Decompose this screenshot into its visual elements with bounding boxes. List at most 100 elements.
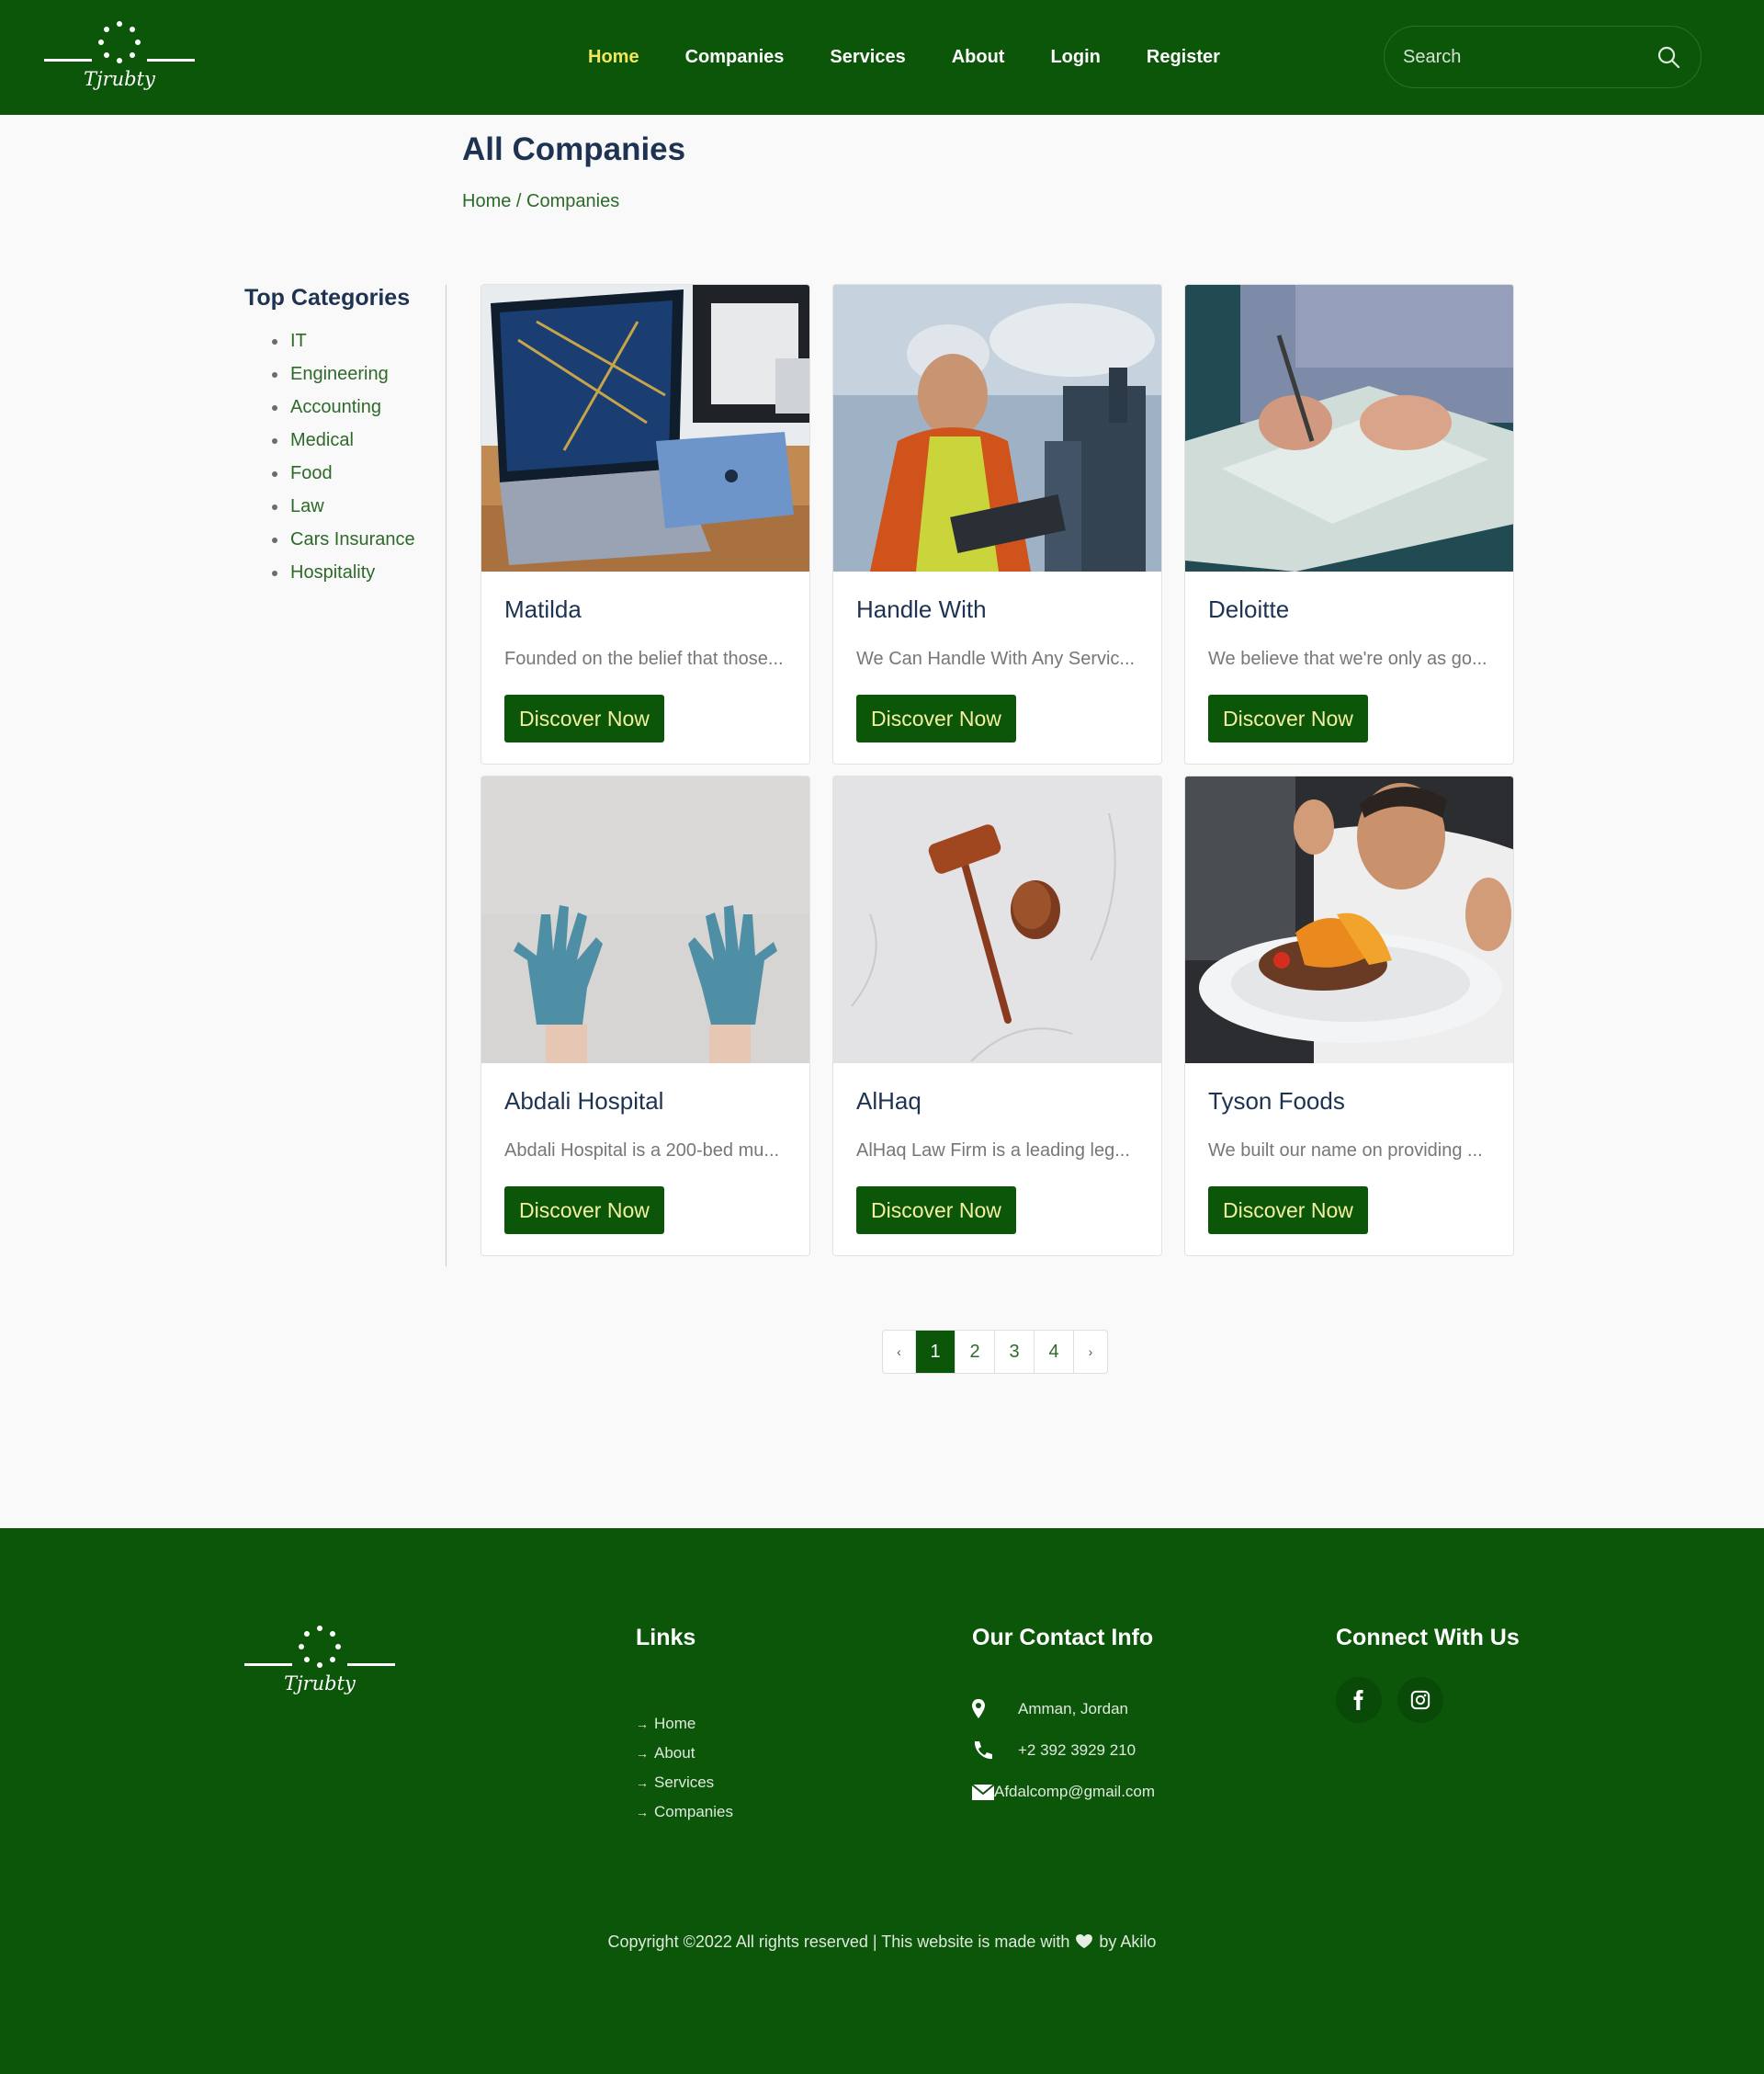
pagination-page[interactable]: 4	[1035, 1331, 1074, 1373]
company-name[interactable]: Tyson Foods	[1208, 1087, 1345, 1116]
company-card: Tyson Foods We built our name on providi…	[1184, 776, 1514, 1256]
arrow-right-icon: →	[636, 1775, 649, 1790]
company-card: Handle With We Can Handle With Any Servi…	[832, 284, 1162, 765]
company-description: AlHaq Law Firm is a leading leg...	[856, 1140, 1130, 1161]
footer-links-title: Links	[636, 1625, 696, 1650]
copyright: Copyright ©2022 All rights reserved | Th…	[0, 1932, 1764, 1952]
brand-logo[interactable]: Tjrubty	[44, 20, 195, 94]
logo-line-left	[244, 1663, 292, 1666]
footer-logo[interactable]: Tjrubty	[244, 1625, 395, 1698]
logo-line-right	[147, 59, 195, 62]
instagram-icon	[1410, 1690, 1430, 1710]
sidebar-title: Top Categories	[244, 285, 411, 311]
discover-now-button[interactable]: Discover Now	[856, 1186, 1016, 1234]
category-item[interactable]: Cars Insurance	[244, 523, 446, 556]
contact-address-text: Amman, Jordan	[1018, 1700, 1128, 1717]
footer-link-label: About	[654, 1744, 695, 1762]
signing-photo	[1185, 285, 1513, 572]
company-description: Abdali Hospital is a 200-bed mu...	[504, 1140, 780, 1161]
facebook-button[interactable]	[1336, 1677, 1382, 1723]
category-item[interactable]: Food	[244, 457, 446, 490]
company-name[interactable]: Matilda	[504, 595, 582, 624]
nav-register[interactable]: Register	[1147, 47, 1220, 68]
search-icon[interactable]	[1657, 45, 1680, 69]
page-title: All Companies	[462, 131, 686, 167]
company-image[interactable]	[1185, 776, 1513, 1063]
pagination-page[interactable]: 1	[916, 1331, 956, 1373]
nav-login[interactable]: Login	[1050, 47, 1100, 68]
discover-now-button[interactable]: Discover Now	[504, 695, 664, 742]
footer-link-label: Companies	[654, 1803, 733, 1820]
gloves-photo	[481, 776, 809, 1063]
footer-link-home[interactable]: → Home	[636, 1709, 733, 1739]
company-image[interactable]	[481, 285, 809, 572]
footer-link-label: Services	[654, 1774, 715, 1791]
breadcrumb: Home / Companies	[462, 191, 619, 212]
company-description: Founded on the belief that those...	[504, 649, 784, 669]
category-item[interactable]: Medical	[244, 424, 446, 457]
heart-icon	[1076, 1934, 1093, 1949]
arrow-right-icon: →	[636, 1746, 649, 1761]
company-grid: Matilda Founded on the belief that those…	[481, 284, 1514, 1258]
logo-line-left	[44, 59, 92, 62]
map-pin-icon	[972, 1699, 985, 1718]
pagination-prev[interactable]: ‹	[883, 1331, 916, 1373]
pagination: ‹ 1 2 3 4 ›	[882, 1330, 1108, 1374]
discover-now-button[interactable]: Discover Now	[856, 695, 1016, 742]
company-description: We believe that we're only as go...	[1208, 649, 1487, 669]
footer-contact-title: Our Contact Info	[972, 1625, 1154, 1650]
category-item[interactable]: Law	[244, 490, 446, 523]
chef-photo	[1185, 776, 1513, 1063]
logo-ring-icon	[299, 1626, 341, 1668]
discover-now-button[interactable]: Discover Now	[1208, 695, 1368, 742]
footer-link-about[interactable]: → About	[636, 1739, 733, 1768]
discover-now-button[interactable]: Discover Now	[504, 1186, 664, 1234]
pagination-next[interactable]: ›	[1074, 1331, 1107, 1373]
arrow-right-icon: →	[636, 1805, 649, 1819]
instagram-button[interactable]	[1397, 1677, 1443, 1723]
breadcrumb-separator: /	[511, 191, 527, 211]
footer-link-services[interactable]: → Services	[636, 1768, 733, 1797]
category-item[interactable]: Accounting	[244, 391, 446, 424]
engineer-photo	[833, 285, 1161, 572]
company-card: Abdali Hospital Abdali Hospital is a 200…	[481, 776, 810, 1256]
copyright-text: Copyright ©2022 All rights reserved | Th…	[607, 1932, 1070, 1951]
nav-home[interactable]: Home	[588, 47, 639, 68]
pagination-page[interactable]: 3	[995, 1331, 1035, 1373]
breadcrumb-home[interactable]: Home	[462, 191, 511, 211]
company-name[interactable]: Deloitte	[1208, 595, 1289, 624]
company-card: Deloitte We believe that we're only as g…	[1184, 284, 1514, 765]
company-name[interactable]: Abdali Hospital	[504, 1087, 663, 1116]
footer-link-companies[interactable]: → Companies	[636, 1797, 733, 1827]
main-nav: Home Companies Services About Login Regi…	[588, 0, 1266, 115]
company-image[interactable]	[481, 776, 809, 1063]
nav-services[interactable]: Services	[830, 47, 905, 68]
logo-line-right	[347, 1663, 395, 1666]
category-item[interactable]: Engineering	[244, 357, 446, 391]
company-name[interactable]: AlHaq	[856, 1087, 922, 1116]
company-image[interactable]	[833, 776, 1161, 1063]
contact-phone: +2 392 3929 210	[972, 1737, 1136, 1764]
category-item[interactable]: Hospitality	[244, 556, 446, 589]
phone-icon	[974, 1741, 992, 1760]
footer-link-label: Home	[654, 1715, 696, 1732]
nav-about[interactable]: About	[952, 47, 1005, 68]
contact-email: Afdalcomp@gmail.com	[972, 1778, 1155, 1806]
category-item[interactable]: IT	[244, 324, 446, 357]
search-box	[1384, 26, 1702, 88]
discover-now-button[interactable]: Discover Now	[1208, 1186, 1368, 1234]
company-name[interactable]: Handle With	[856, 595, 987, 624]
nav-companies[interactable]: Companies	[685, 47, 785, 68]
company-card: AlHaq AlHaq Law Firm is a leading leg...…	[832, 776, 1162, 1256]
facebook-icon	[1353, 1690, 1363, 1710]
top-navbar: Tjrubty Home Companies Services About Lo…	[0, 0, 1764, 115]
company-image[interactable]	[833, 285, 1161, 572]
contact-email-text[interactable]: Afdalcomp@gmail.com	[994, 1783, 1155, 1801]
contact-address: Amman, Jordan	[972, 1695, 1128, 1723]
contact-phone-text[interactable]: +2 392 3929 210	[1018, 1741, 1136, 1760]
logo-ring-icon	[98, 21, 141, 63]
search-input[interactable]	[1403, 27, 1642, 87]
pagination-page[interactable]: 2	[956, 1331, 995, 1373]
company-image[interactable]	[1185, 285, 1513, 572]
arrow-right-icon: →	[636, 1717, 649, 1731]
